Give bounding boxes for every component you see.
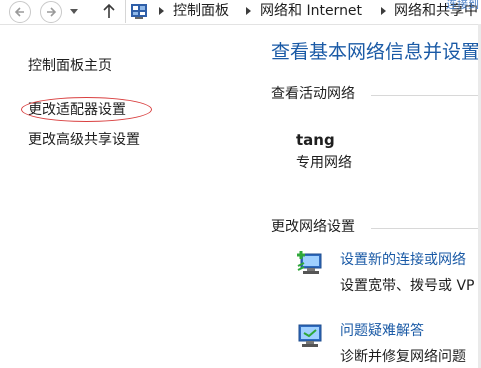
up-button[interactable] [101,2,117,20]
breadcrumb-separator [159,7,164,15]
control-panel-icon [130,2,148,20]
up-arrow-icon [101,3,117,24]
breadcrumb-control-panel[interactable]: 控制面板 [173,1,229,21]
troubleshoot-description: 诊断并修复网络问题 [340,349,466,365]
address-field[interactable]: 控制面板 网络和 Internet 网络和共享中 连接到 [125,0,481,23]
troubleshoot-link[interactable]: 问题疑难解答 [340,322,424,340]
breadcrumb-separator [246,7,251,15]
breadcrumb-separator [381,7,386,15]
sidebar-item-advanced-sharing-settings[interactable]: 更改高级共享设置 [28,131,140,149]
setup-new-connection-link[interactable]: 设置新的连接或网络 [340,251,466,269]
network-type: 专用网络 [296,155,352,171]
highlight-circle [21,97,152,122]
section-divider [371,95,481,96]
active-networks-heading: 查看活动网络 [271,86,355,102]
back-button[interactable] [9,1,31,23]
change-settings-heading: 更改网络设置 [271,219,355,235]
forward-button[interactable] [40,1,62,23]
new-connection-icon [295,248,325,278]
page-title: 查看基本网络信息并设置 [271,41,481,63]
network-name: tang [296,131,335,149]
recent-locations-dropdown[interactable] [70,9,78,14]
sidebar-item-control-panel-home[interactable]: 控制面板主页 [28,57,112,75]
breadcrumb-network-internet[interactable]: 网络和 Internet [260,1,362,21]
troubleshoot-icon [295,320,325,350]
setup-new-connection-description: 设置宽带、拨号或 VP [340,278,475,294]
address-bar: 控制面板 网络和 Internet 网络和共享中 连接到 [0,0,481,25]
connect-to-link[interactable]: 连接到 [446,0,479,12]
section-divider [371,228,481,229]
